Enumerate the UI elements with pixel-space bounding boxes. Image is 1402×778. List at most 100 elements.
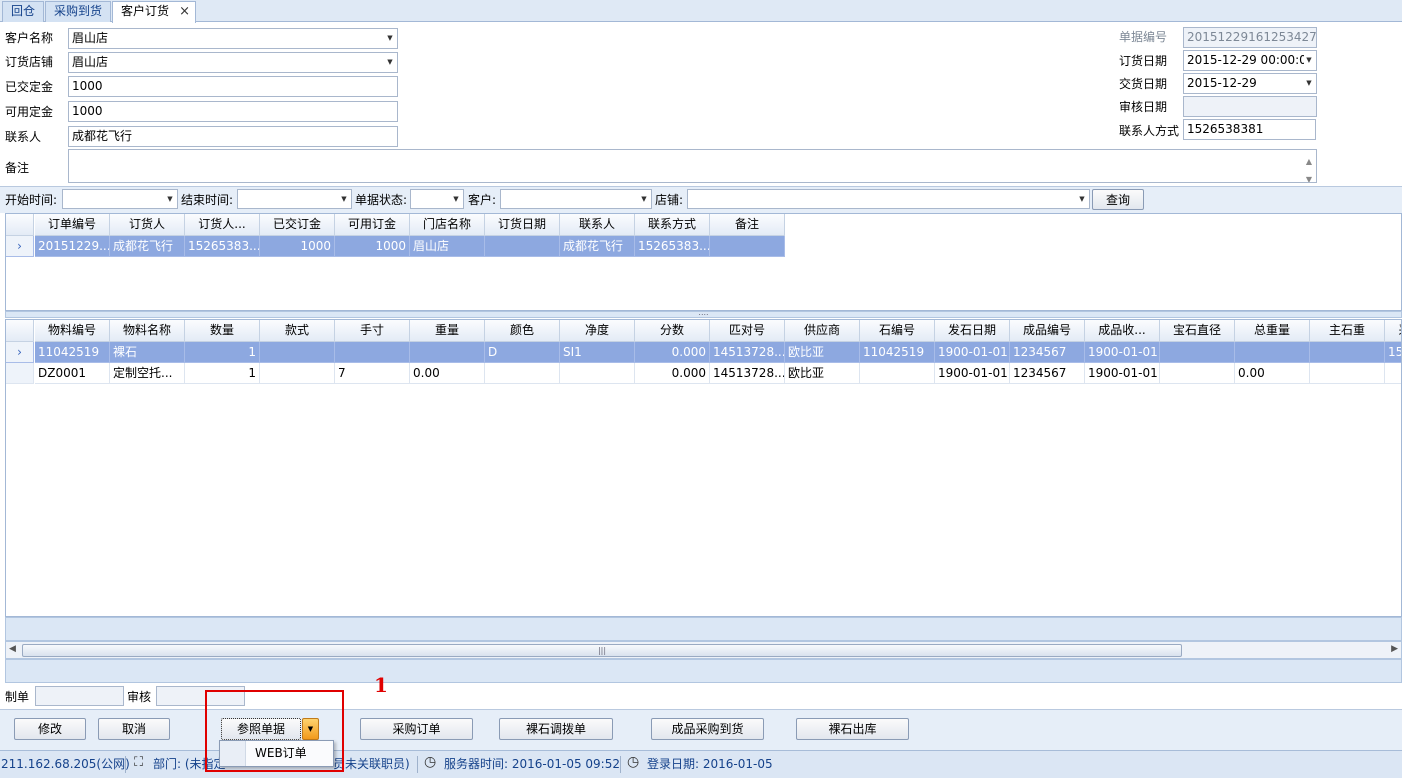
scroll-up-icon[interactable]: ▲ xyxy=(1306,152,1312,171)
item-grid-column-header[interactable]: 成品编号 xyxy=(1010,320,1085,342)
item-grid-cell[interactable]: 1234567 xyxy=(1010,363,1085,384)
order-grid-column-header[interactable]: 联系方式 xyxy=(635,214,710,236)
cancel-button[interactable]: 取消 xyxy=(98,718,170,740)
order-date-picker[interactable]: 2015-12-29 00:00:0 ▼ xyxy=(1183,50,1317,71)
tab-return[interactable]: 回仓 xyxy=(2,1,44,22)
order-grid-cell[interactable]: 15265383... xyxy=(635,236,710,257)
item-grid-column-header[interactable]: 数量 xyxy=(185,320,260,342)
item-grid-cell[interactable] xyxy=(1235,342,1310,363)
item-grid-column-header[interactable]: 物料编号 xyxy=(35,320,110,342)
item-grid-cell[interactable] xyxy=(410,342,485,363)
scroll-left-icon[interactable]: ◀ xyxy=(9,644,16,654)
item-grid-column-header[interactable]: 重量 xyxy=(410,320,485,342)
item-grid-cell[interactable]: 11042519 xyxy=(35,342,110,363)
delivery-date-picker[interactable]: 2015-12-29 ▼ xyxy=(1183,73,1317,94)
item-grid-column-header[interactable]: 石编号 xyxy=(860,320,935,342)
item-grid-cell[interactable] xyxy=(1310,342,1385,363)
tab-purchase-arrival[interactable]: 采购到货 xyxy=(45,1,111,22)
item-grid-column-header[interactable]: 物料名称 xyxy=(110,320,185,342)
store-filter-select[interactable]: ▼ xyxy=(687,189,1090,209)
order-grid-row-indicator[interactable]: › xyxy=(6,236,34,257)
item-grid-cell[interactable]: 裸石 xyxy=(110,342,185,363)
grid-splitter[interactable]: .... xyxy=(5,309,1402,318)
scroll-right-icon[interactable]: ▶ xyxy=(1391,644,1398,654)
item-grid-cell[interactable] xyxy=(260,342,335,363)
item-grid-column-header[interactable]: 手寸 xyxy=(335,320,410,342)
item-grid-cell[interactable] xyxy=(1160,342,1235,363)
modify-button[interactable]: 修改 xyxy=(14,718,86,740)
item-grid-cell[interactable]: 1900-01-01 xyxy=(935,363,1010,384)
order-grid-cell[interactable]: 成都花飞行 xyxy=(560,236,635,257)
order-grid-column-header[interactable]: 已交订金 xyxy=(260,214,335,236)
order-grid-cell[interactable]: 1000 xyxy=(335,236,410,257)
tab-customer-order[interactable]: 客户订货 × xyxy=(112,1,196,23)
order-store-select[interactable]: 眉山店 ▼ xyxy=(68,52,398,73)
purchase-order-button[interactable]: 采购订单 xyxy=(360,718,473,740)
order-grid-column-header[interactable]: 可用订金 xyxy=(335,214,410,236)
item-grid-column-header[interactable]: 宝石直径 xyxy=(1160,320,1235,342)
status-select[interactable]: ▼ xyxy=(410,189,464,209)
item-grid-cell[interactable] xyxy=(485,363,560,384)
end-time-picker[interactable]: ▼ xyxy=(237,189,352,209)
query-button[interactable]: 查询 xyxy=(1092,189,1144,210)
start-time-picker[interactable]: ▼ xyxy=(62,189,178,209)
order-grid-column-header[interactable]: 订货日期 xyxy=(485,214,560,236)
scroll-down-icon[interactable]: ▼ xyxy=(1306,170,1312,182)
finished-arrival-button[interactable]: 成品采购到货 xyxy=(651,718,764,740)
item-grid-column-header[interactable]: 成品收... xyxy=(1085,320,1160,342)
order-grid-column-header[interactable]: 门店名称 xyxy=(410,214,485,236)
item-grid-cell[interactable]: 0.00 xyxy=(1235,363,1310,384)
item-grid-cell[interactable] xyxy=(335,342,410,363)
item-grid-column-header[interactable]: 分数 xyxy=(635,320,710,342)
item-grid-column-header[interactable]: 采 xyxy=(1385,320,1401,342)
item-grid-cell[interactable]: 0.000 xyxy=(635,363,710,384)
item-grid-cell[interactable] xyxy=(860,363,935,384)
stone-transfer-button[interactable]: 裸石调拨单 xyxy=(499,718,613,740)
item-grid-cell[interactable]: D xyxy=(485,342,560,363)
order-grid-cell[interactable]: 成都花飞行 xyxy=(110,236,185,257)
item-grid-cell[interactable]: 15 xyxy=(1385,342,1401,363)
order-grid-cell[interactable]: 20151229... xyxy=(35,236,110,257)
item-grid-cell[interactable] xyxy=(260,363,335,384)
item-grid-column-header[interactable]: 主石重 xyxy=(1310,320,1385,342)
customer-name-select[interactable]: 眉山店 ▼ xyxy=(68,28,398,49)
item-grid-cell[interactable]: 定制空托... xyxy=(110,363,185,384)
paid-deposit-input[interactable]: 1000 xyxy=(68,76,398,97)
order-grid-cell[interactable]: 1000 xyxy=(260,236,335,257)
order-grid-cell[interactable]: 15265383... xyxy=(185,236,260,257)
stone-out-button[interactable]: 裸石出库 xyxy=(796,718,909,740)
item-grid-cell[interactable] xyxy=(1310,363,1385,384)
item-grid-column-header[interactable]: 供应商 xyxy=(785,320,860,342)
item-grid-cell[interactable]: 1 xyxy=(185,342,260,363)
item-grid-cell[interactable]: 1900-01-01 xyxy=(1085,363,1160,384)
order-grid-column-header[interactable]: 订单编号 xyxy=(35,214,110,236)
customer-filter-select[interactable]: ▼ xyxy=(500,189,652,209)
item-grid-cell[interactable]: 0.00 xyxy=(410,363,485,384)
item-grid-row-indicator[interactable] xyxy=(6,363,34,384)
item-grid-cell[interactable]: 欧比亚 xyxy=(785,363,860,384)
item-grid-column-header[interactable]: 款式 xyxy=(260,320,335,342)
item-grid-cell[interactable]: SI1 xyxy=(560,342,635,363)
item-grid-column-header[interactable]: 匹对号 xyxy=(710,320,785,342)
order-grid-cell[interactable] xyxy=(710,236,785,257)
item-grid-cell[interactable]: 7 xyxy=(335,363,410,384)
item-grid-cell[interactable]: DZ0001 xyxy=(35,363,110,384)
order-grid-cell[interactable]: 眉山店 xyxy=(410,236,485,257)
item-grid-cell[interactable] xyxy=(560,363,635,384)
item-grid-cell[interactable]: 1 xyxy=(185,363,260,384)
item-grid-column-header[interactable]: 颜色 xyxy=(485,320,560,342)
item-grid-column-header[interactable]: 总重量 xyxy=(1235,320,1310,342)
remark-textarea[interactable]: ▲ ▼ xyxy=(68,149,1317,183)
item-grid-column-header[interactable]: 发石日期 xyxy=(935,320,1010,342)
item-grid-column-header[interactable]: 净度 xyxy=(560,320,635,342)
item-grid-cell[interactable]: 14513728... xyxy=(710,342,785,363)
item-grid-cell[interactable]: 1900-01-01 xyxy=(1085,342,1160,363)
item-grid-cell[interactable]: 14513728... xyxy=(710,363,785,384)
item-grid-cell[interactable]: 0.000 xyxy=(635,342,710,363)
contact-input[interactable]: 成都花飞行 xyxy=(68,126,398,147)
horizontal-scrollbar[interactable]: ◀ ||| ▶ xyxy=(5,641,1402,659)
order-grid-column-header[interactable]: 备注 xyxy=(710,214,785,236)
item-grid-cell[interactable] xyxy=(1160,363,1235,384)
order-grid-column-header[interactable]: 联系人 xyxy=(560,214,635,236)
item-grid-cell[interactable]: 欧比亚 xyxy=(785,342,860,363)
